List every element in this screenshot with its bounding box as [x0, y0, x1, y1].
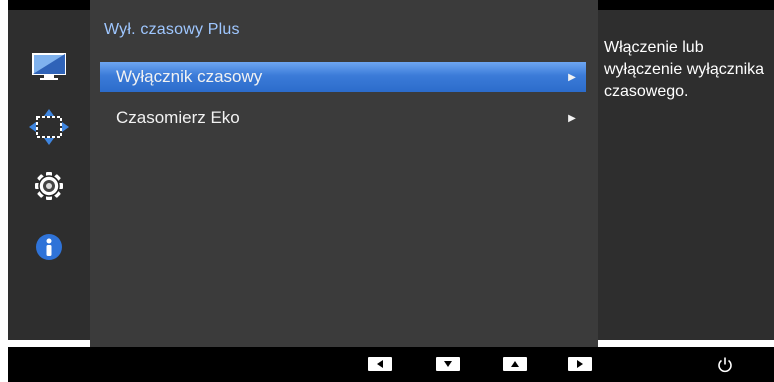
panel-title: Wył. czasowy Plus — [104, 21, 240, 38]
move-arrows-icon[interactable] — [8, 105, 90, 149]
chevron-right-icon: ▶ — [568, 71, 576, 83]
sidebar — [8, 10, 90, 340]
chevron-right-icon: ▶ — [568, 112, 576, 124]
right-arrow-icon[interactable] — [568, 357, 592, 371]
monitor-icon[interactable] — [8, 45, 90, 89]
menu-item-off-timer[interactable]: Wyłącznik czasowy ▶ — [100, 62, 586, 92]
menu-item-label: Wyłącznik czasowy — [116, 67, 263, 86]
bottom-button-bar — [8, 347, 774, 382]
menu-item-label: Czasomierz Eko — [116, 108, 240, 127]
info-icon[interactable] — [8, 225, 90, 269]
left-arrow-icon[interactable] — [368, 357, 392, 371]
menu-item-eco-timer[interactable]: Czasomierz Eko ▶ — [100, 103, 586, 133]
help-panel: Włączenie lub wyłączenie wyłącznika czas… — [598, 10, 774, 340]
power-icon[interactable] — [716, 356, 734, 374]
help-text: Włączenie lub wyłączenie wyłącznika czas… — [604, 39, 765, 100]
up-arrow-icon[interactable] — [503, 357, 527, 371]
down-arrow-icon[interactable] — [436, 357, 460, 371]
main-panel: Wył. czasowy Plus Wyłącznik czasowy ▶ Cz… — [90, 0, 598, 354]
osd-window: Wył. czasowy Plus Wyłącznik czasowy ▶ Cz… — [8, 0, 774, 354]
gear-icon[interactable] — [8, 164, 90, 208]
